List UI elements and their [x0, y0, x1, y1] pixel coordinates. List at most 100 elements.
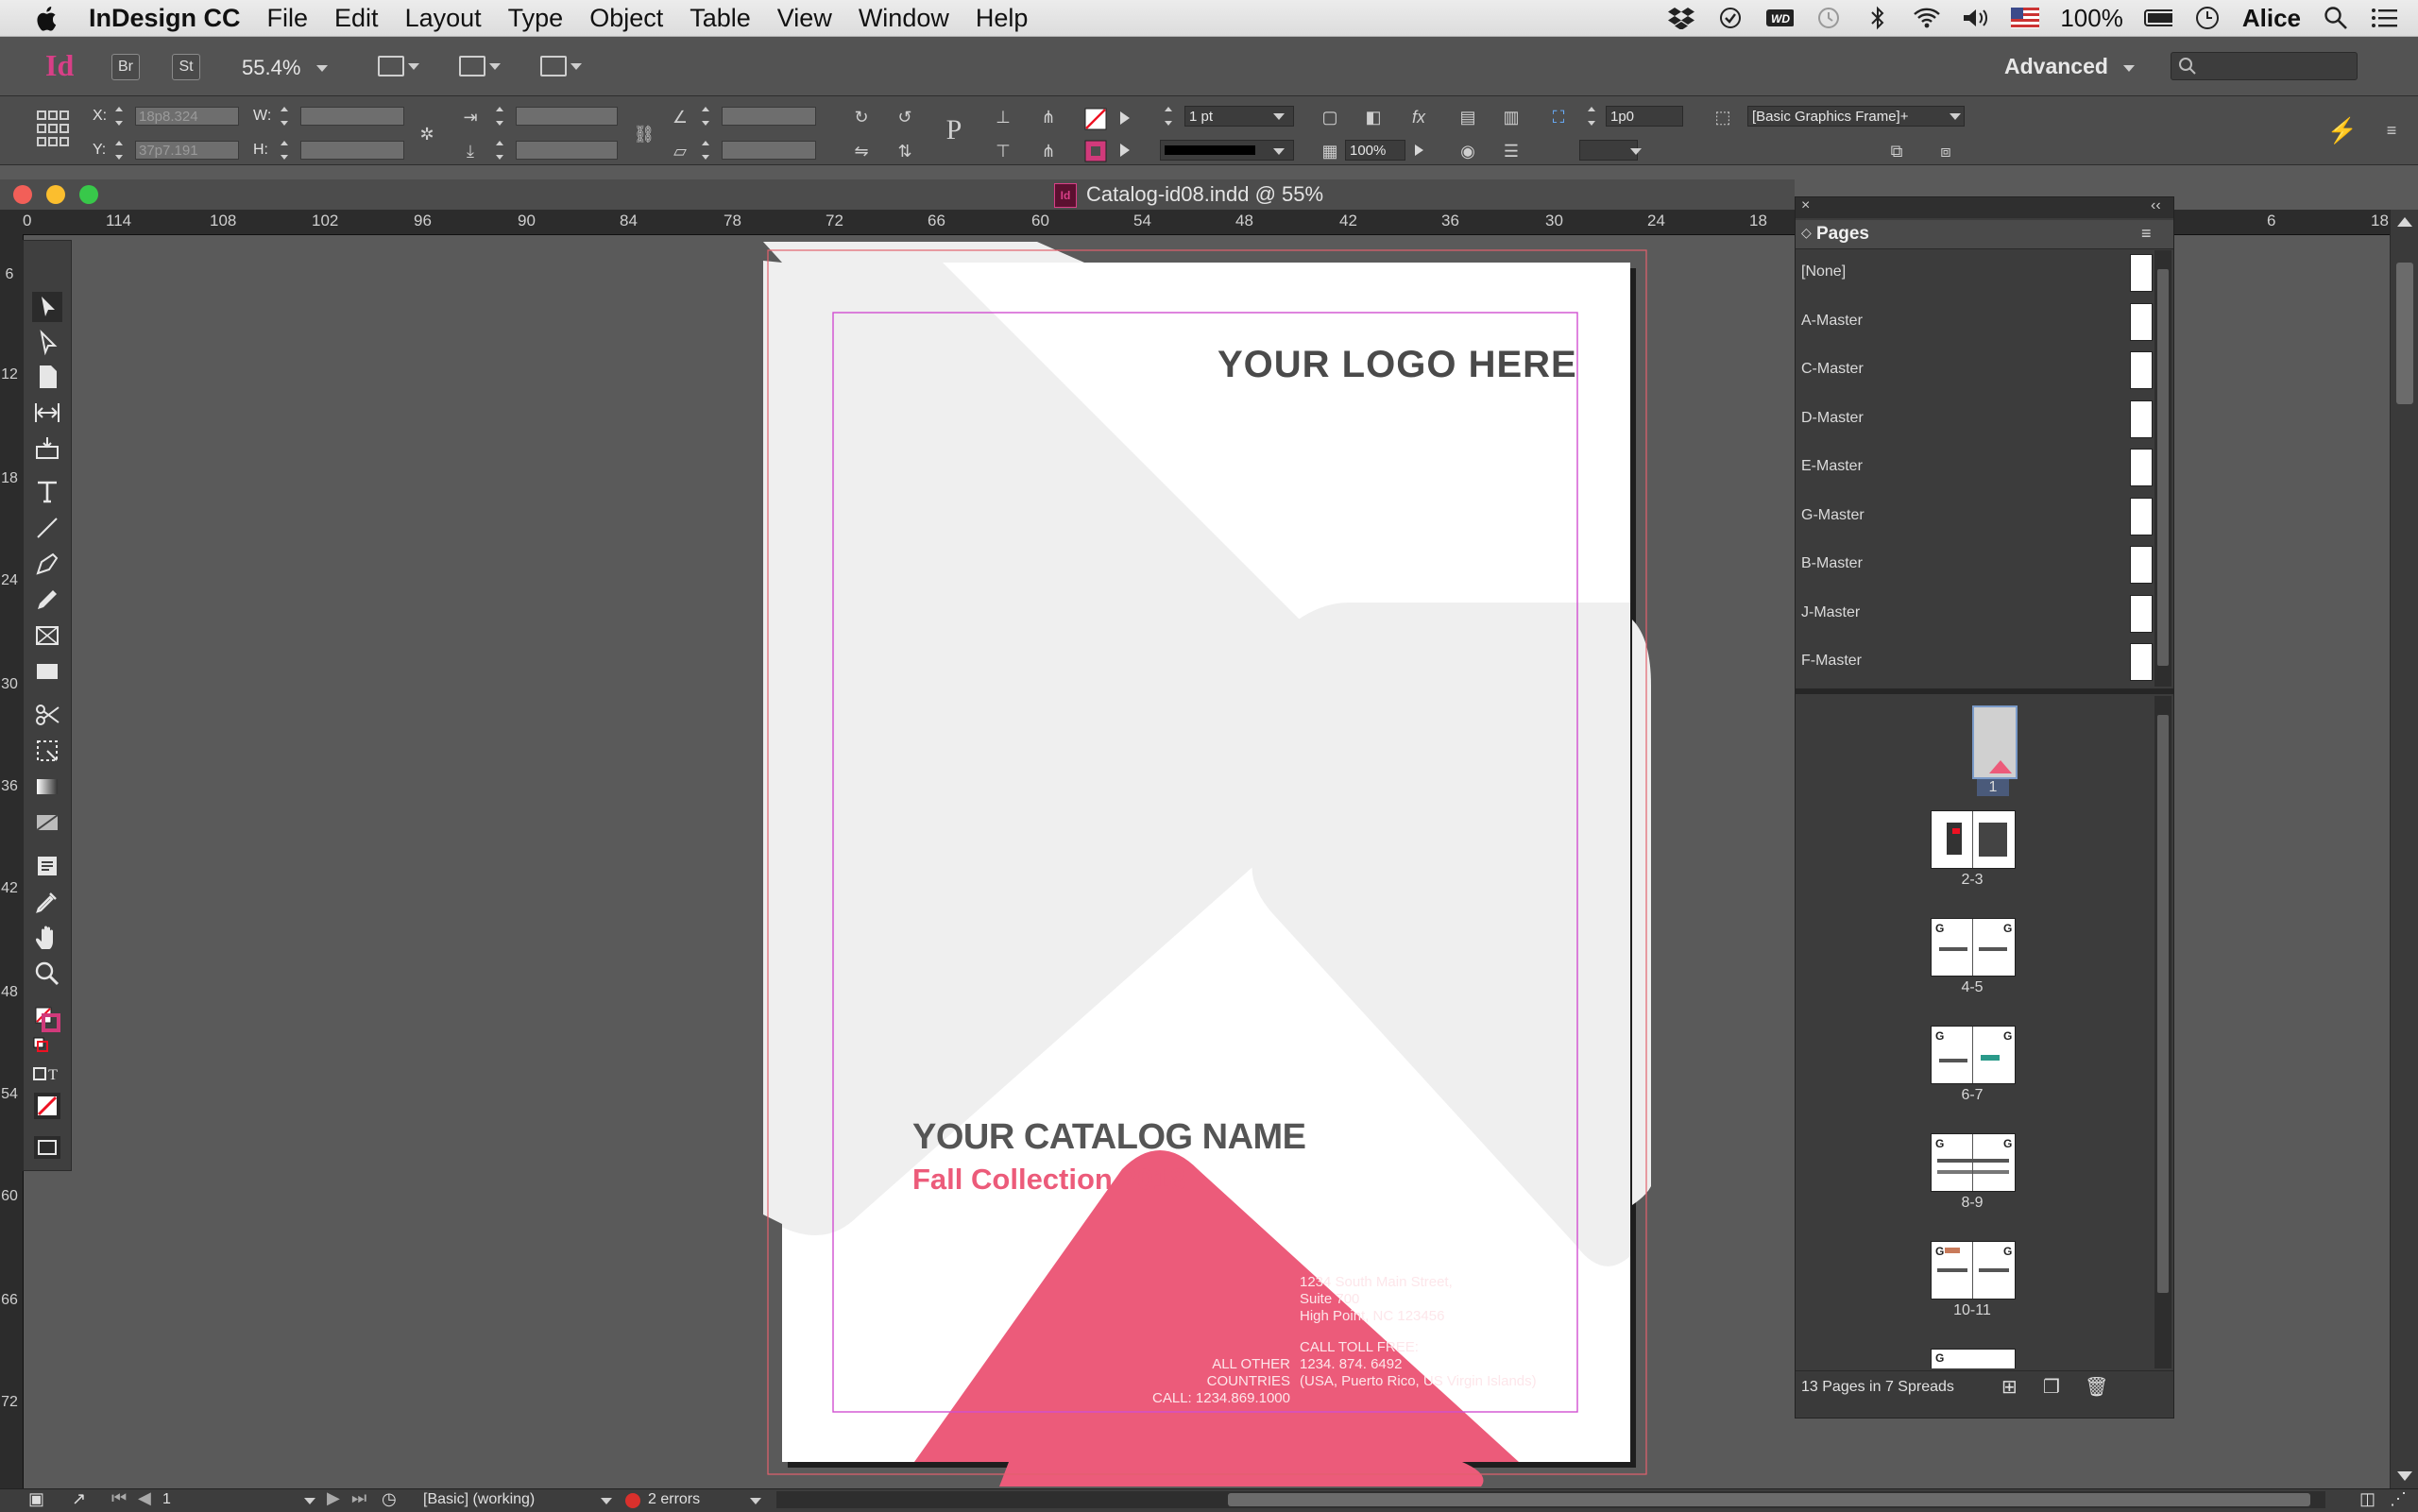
master-thumbnail[interactable]	[2130, 643, 2153, 681]
master-item[interactable]: F-Master	[1801, 653, 1862, 670]
page-dropdown-icon[interactable]	[304, 1498, 315, 1504]
dropbox-icon[interactable]	[1667, 7, 1695, 29]
zoom-dropdown-icon[interactable]	[316, 65, 328, 72]
gradient-feather-tool-icon[interactable]	[32, 807, 62, 838]
menu-edit[interactable]: Edit	[334, 4, 379, 33]
spread-thumbnail[interactable]: G	[1931, 1349, 2016, 1368]
spotlight-search-icon[interactable]	[2322, 7, 2350, 29]
workspace-dropdown-icon[interactable]	[2123, 65, 2135, 72]
scale-y-field[interactable]	[516, 141, 618, 160]
select-previous-icon[interactable]: ⋔	[1035, 104, 1062, 130]
document-vertical-scrollbar[interactable]	[2390, 210, 2418, 1488]
shear-field[interactable]	[722, 141, 816, 160]
gap-tool-icon[interactable]	[32, 398, 62, 428]
apple-icon[interactable]	[32, 2, 64, 34]
wifi-icon[interactable]	[1913, 7, 1941, 29]
master-thumbnail[interactable]	[2130, 351, 2153, 389]
flip-horizontal-icon[interactable]: ⇋	[848, 138, 875, 164]
menu-view[interactable]: View	[777, 4, 832, 33]
opacity-arrow-icon[interactable]	[1415, 144, 1423, 156]
flip-vertical-icon[interactable]: ⇅	[892, 138, 918, 164]
width-field[interactable]	[300, 107, 404, 126]
select-content-icon[interactable]: ⊤	[990, 138, 1016, 164]
panel-divider[interactable]	[1796, 688, 2173, 694]
effects-fx-icon[interactable]: fx	[1405, 104, 1432, 130]
fill-none-swatch-icon[interactable]	[1084, 108, 1107, 130]
minimize-window-button[interactable]	[46, 185, 65, 204]
scale-x-field[interactable]	[516, 107, 618, 126]
stroke-weight-stepper[interactable]	[1164, 107, 1173, 126]
document-horizontal-scrollbar[interactable]	[776, 1491, 2325, 1508]
content-collector-icon[interactable]: ⧈	[1933, 138, 1959, 164]
eyedropper-tool-icon[interactable]	[32, 887, 62, 917]
scissors-tool-icon[interactable]	[32, 700, 62, 730]
selection-tool-icon[interactable]	[32, 292, 62, 322]
w-stepper[interactable]	[280, 107, 289, 126]
x-stepper[interactable]	[114, 107, 124, 126]
shadow-icon[interactable]: ◧	[1360, 104, 1387, 130]
rectangle-tool-icon[interactable]	[32, 656, 62, 687]
height-field[interactable]	[300, 141, 404, 160]
masters-scrollbar[interactable]	[2154, 250, 2171, 687]
stroke-swatch-menu-icon[interactable]	[1120, 144, 1130, 157]
rotation-angle-icon[interactable]: ∠	[667, 104, 693, 130]
masters-scrollbar-thumb[interactable]	[2157, 269, 2169, 666]
profile-dropdown-icon[interactable]	[601, 1498, 612, 1504]
page-number-field[interactable]: 1	[162, 1491, 171, 1508]
resize-grip-icon[interactable]: ⋰	[2390, 1489, 2407, 1509]
master-item[interactable]: [None]	[1801, 263, 1846, 280]
split-window-icon[interactable]: ◫	[2359, 1489, 2375, 1509]
menu-object[interactable]: Object	[589, 4, 663, 33]
type-tool-icon[interactable]	[32, 477, 62, 507]
master-item[interactable]: B-Master	[1801, 555, 1863, 572]
errors-dropdown-icon[interactable]	[750, 1498, 761, 1504]
arrange-documents-button[interactable]	[540, 54, 582, 78]
free-transform-tool-icon[interactable]	[32, 736, 62, 766]
drop-shadow-icon[interactable]: ▢	[1317, 104, 1343, 130]
master-thumbnail[interactable]	[2130, 303, 2153, 341]
close-panel-icon[interactable]: ×	[1801, 197, 1810, 214]
preflight-errors[interactable]: 2 errors	[648, 1491, 700, 1508]
menu-file[interactable]: File	[267, 4, 309, 33]
corner-shape-dropdown[interactable]	[1579, 140, 1638, 161]
master-thumbnail[interactable]	[2130, 449, 2153, 486]
spread-thumbnail[interactable]: G G	[1931, 918, 2016, 977]
previous-page-icon[interactable]: ◀	[138, 1488, 151, 1508]
fill-stroke-toggle-icon[interactable]	[32, 1004, 62, 1034]
object-style-dropdown[interactable]: [Basic Graphics Frame]+	[1747, 106, 1965, 127]
pages-scrollbar-thumb[interactable]	[2157, 715, 2169, 1293]
formatting-affects-container-icon[interactable]: T	[32, 1061, 62, 1091]
master-item[interactable]: E-Master	[1801, 458, 1863, 475]
app-menu-indesign[interactable]: InDesign CC	[89, 4, 241, 33]
clear-overrides-icon[interactable]: ⧉	[1883, 138, 1910, 164]
paragraph-p-icon[interactable]: P	[941, 114, 967, 145]
line-tool-icon[interactable]	[32, 513, 62, 543]
page-tool-icon[interactable]	[32, 362, 62, 392]
scale-x-stepper[interactable]	[495, 107, 504, 126]
panel-menu-icon[interactable]: ≡	[2378, 117, 2405, 144]
content-collector-tool-icon[interactable]	[32, 433, 62, 464]
text-wrap-shape-icon[interactable]: ◉	[1455, 138, 1481, 164]
scroll-down-icon[interactable]	[2397, 1471, 2412, 1481]
last-page-icon[interactable]: ⏭	[351, 1488, 366, 1508]
rotation-field[interactable]	[722, 107, 816, 126]
panel-menu-icon[interactable]: ≡	[2141, 224, 2152, 244]
shear-angle-icon[interactable]: ▱	[667, 138, 693, 164]
text-wrap-none-icon[interactable]: ▤	[1455, 104, 1481, 130]
object-style-icon[interactable]: ⬚	[1710, 104, 1736, 130]
notification-center-icon[interactable]	[2371, 7, 2399, 29]
open-in-finder-icon[interactable]: ↗	[72, 1489, 86, 1509]
pencil-tool-icon[interactable]	[32, 585, 62, 615]
rotation-stepper[interactable]	[701, 107, 710, 126]
text-wrap-bounding-icon[interactable]: ▥	[1498, 104, 1524, 130]
tab-pages[interactable]: Pages	[1816, 224, 1869, 245]
object-style-dropdown-icon[interactable]	[1950, 113, 1961, 120]
master-item[interactable]: C-Master	[1801, 361, 1864, 378]
select-next-icon[interactable]: ⋔	[1035, 138, 1062, 164]
bluetooth-icon[interactable]	[1864, 6, 1892, 30]
tab-collapse-icon[interactable]: ◇	[1801, 225, 1812, 241]
reference-point-icon[interactable]	[36, 110, 70, 147]
horizontal-scrollbar-thumb[interactable]	[1228, 1493, 2310, 1506]
note-tool-icon[interactable]	[32, 851, 62, 881]
new-page-icon[interactable]: ❐	[2043, 1375, 2060, 1399]
